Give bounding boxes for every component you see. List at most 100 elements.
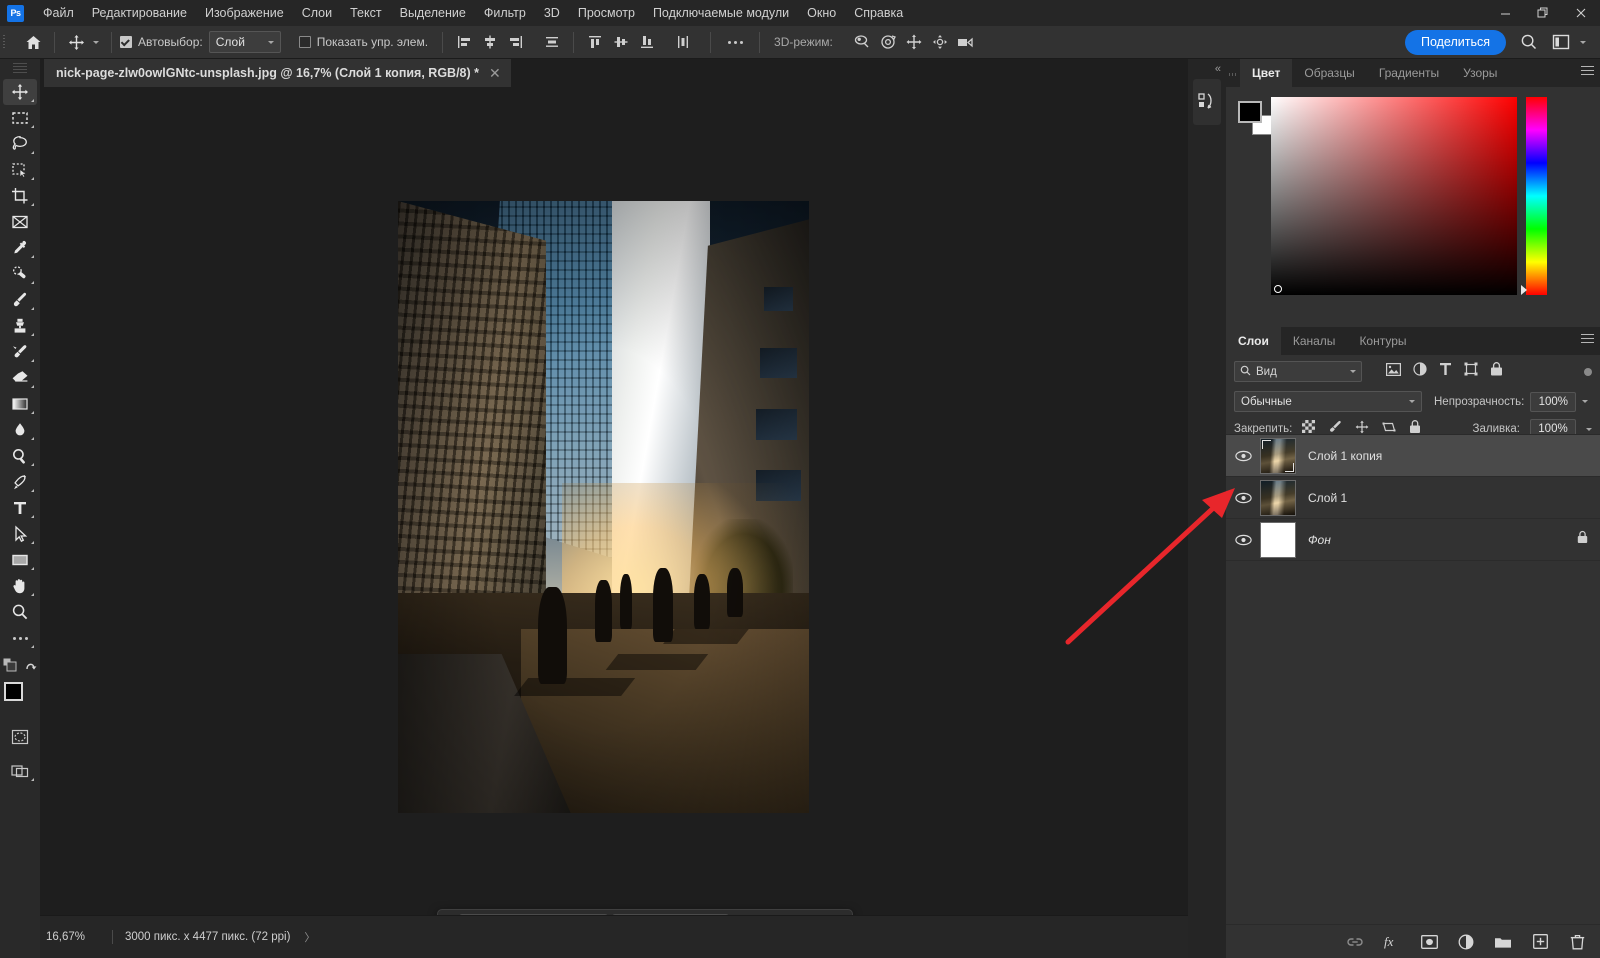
show-transform-controls-box[interactable] [299, 36, 311, 48]
type-tool[interactable] [3, 495, 37, 521]
move-tool[interactable] [3, 79, 37, 105]
shape-filter-icon[interactable] [1464, 362, 1478, 381]
lasso-tool[interactable] [3, 131, 37, 157]
swap-colors-icon[interactable] [24, 658, 39, 678]
menu-item-window[interactable]: Окно [798, 0, 845, 26]
table-row[interactable]: Фон [1226, 519, 1600, 561]
screen-mode-icon[interactable] [3, 758, 37, 784]
document-image[interactable] [398, 201, 809, 813]
edit-toolbar-button[interactable] [3, 625, 37, 651]
maximize-button[interactable] [1524, 0, 1562, 26]
chevron-right-icon[interactable]: 〉 [304, 929, 315, 945]
default-colors-icon[interactable] [2, 657, 18, 678]
search-icon[interactable] [1516, 30, 1542, 54]
new-layer-icon[interactable] [1531, 932, 1549, 952]
workspace-chevron-down-icon[interactable] [1574, 30, 1592, 54]
layers-panel-menu-icon[interactable] [1581, 334, 1594, 346]
brush-tool[interactable] [3, 287, 37, 313]
path-selection-tool[interactable] [3, 521, 37, 547]
tab-color[interactable]: Цвет [1240, 59, 1292, 87]
menu-item-3d[interactable]: 3D [535, 0, 569, 26]
camera-3d-icon[interactable] [953, 30, 979, 54]
layer-name[interactable]: Слой 1 копия [1308, 449, 1382, 463]
menu-item-layers[interactable]: Слои [293, 0, 341, 26]
hand-tool[interactable] [3, 573, 37, 599]
tab-channels[interactable]: Каналы [1281, 327, 1348, 355]
tab-swatches[interactable]: Образцы [1292, 59, 1366, 87]
zoom-level[interactable]: 16,67% [46, 931, 112, 943]
minimize-button[interactable] [1486, 0, 1524, 26]
auto-select-scope-select[interactable]: Слой [209, 31, 281, 53]
options-bar-grip[interactable] [3, 32, 12, 52]
new-group-icon[interactable] [1494, 932, 1512, 952]
layer-visibility-eye-icon[interactable] [1226, 534, 1260, 546]
more-options-icon[interactable] [719, 30, 751, 54]
eraser-tool[interactable] [3, 365, 37, 391]
canvas-area[interactable]: Выделить предмет Удалить фон [40, 87, 1188, 915]
layer-thumbnail[interactable] [1260, 438, 1296, 474]
eyedropper-tool[interactable] [3, 235, 37, 261]
tab-gradients[interactable]: Градиенты [1367, 59, 1451, 87]
menu-item-help[interactable]: Справка [845, 0, 912, 26]
align-right-icon[interactable] [503, 30, 529, 54]
quick-mask-icon[interactable] [3, 724, 37, 750]
color-picker-marker-icon[interactable] [1274, 285, 1282, 293]
smart-object-filter-icon[interactable] [1490, 362, 1503, 381]
tools-panel-grip[interactable] [13, 63, 27, 75]
layer-name[interactable]: Фон [1308, 533, 1331, 547]
rectangle-tool[interactable] [3, 547, 37, 573]
gradient-tool[interactable] [3, 391, 37, 417]
hue-slider-marker-icon[interactable] [1521, 285, 1527, 295]
opacity-field[interactable]: 100% [1530, 392, 1576, 412]
layer-filter-toggle[interactable] [1584, 368, 1592, 376]
history-actions-icon[interactable] [1193, 79, 1221, 125]
type-filter-icon[interactable] [1439, 362, 1452, 381]
menu-item-edit[interactable]: Редактирование [83, 0, 196, 26]
menu-item-text[interactable]: Текст [341, 0, 390, 26]
menu-item-plugins[interactable]: Подключаемые модули [644, 0, 798, 26]
color-panel-grip[interactable] [1226, 61, 1240, 87]
clone-stamp-tool[interactable] [3, 313, 37, 339]
layer-style-fx-icon[interactable]: fx [1383, 932, 1401, 952]
layer-visibility-eye-icon[interactable] [1226, 450, 1260, 462]
layer-visibility-eye-icon[interactable] [1226, 492, 1260, 504]
menu-item-image[interactable]: Изображение [196, 0, 293, 26]
close-button[interactable] [1562, 0, 1600, 26]
menu-item-select[interactable]: Выделение [391, 0, 475, 26]
add-mask-icon[interactable] [1420, 932, 1438, 952]
orbit-3d-icon[interactable] [849, 30, 875, 54]
dodge-tool[interactable] [3, 443, 37, 469]
tool-preset-chevron-down-icon[interactable] [89, 30, 103, 54]
history-brush-tool[interactable] [3, 339, 37, 365]
rectangular-marquee-tool[interactable] [3, 105, 37, 131]
adjustment-filter-icon[interactable] [1413, 362, 1427, 381]
tab-paths[interactable]: Контуры [1347, 327, 1418, 355]
menu-item-filter[interactable]: Фильтр [475, 0, 535, 26]
home-icon[interactable] [20, 30, 46, 54]
menu-item-view[interactable]: Просмотр [569, 0, 644, 26]
align-top-icon[interactable] [582, 30, 608, 54]
zoom-tool[interactable] [3, 599, 37, 625]
pen-tool[interactable] [3, 469, 37, 495]
color-panel-foreground-swatch[interactable] [1238, 101, 1262, 123]
show-transform-controls-checkbox[interactable]: Показать упр. элем. [299, 35, 434, 49]
share-button[interactable]: Поделиться [1405, 30, 1506, 55]
panel-menu-icon[interactable] [1581, 66, 1594, 78]
table-row[interactable]: Слой 1 [1226, 477, 1600, 519]
document-tab[interactable]: nick-page-zlw0owlGNtc-unsplash.jpg @ 16,… [44, 59, 511, 87]
opacity-chevron-down-icon[interactable] [1582, 400, 1588, 403]
workspace-icon[interactable] [1548, 30, 1574, 54]
fill-chevron-down-icon[interactable] [1586, 428, 1592, 431]
align-middle-vertical-icon[interactable] [608, 30, 634, 54]
color-swatches[interactable] [4, 682, 36, 712]
blur-tool[interactable] [3, 417, 37, 443]
layer-filter-select[interactable]: Вид [1234, 361, 1362, 382]
align-center-horizontal-icon[interactable] [477, 30, 503, 54]
foreground-color-swatch[interactable] [4, 682, 23, 701]
tab-layers[interactable]: Слои [1226, 327, 1281, 355]
object-selection-tool[interactable] [3, 157, 37, 183]
pixel-filter-icon[interactable] [1386, 363, 1401, 381]
tab-patterns[interactable]: Узоры [1451, 59, 1509, 87]
hue-slider[interactable] [1526, 97, 1547, 295]
table-row[interactable]: Слой 1 копия [1226, 435, 1600, 477]
